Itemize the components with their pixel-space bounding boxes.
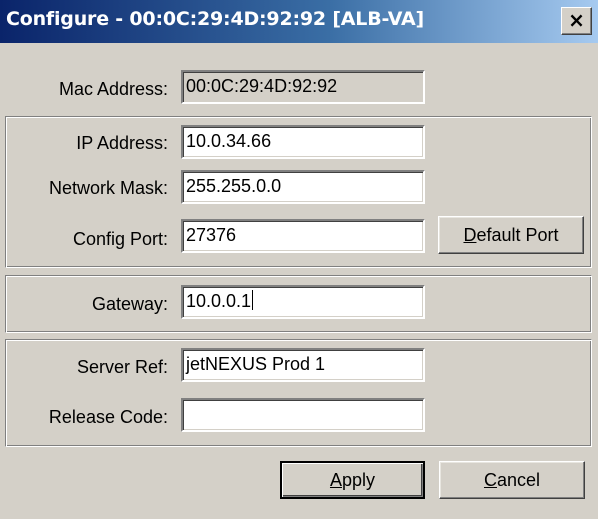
window-title: Configure - 00:0C:29:4D:92:92 [ALB-VA] — [6, 8, 425, 30]
configure-dialog: Configure - 00:0C:29:4D:92:92 [ALB-VA] ×… — [0, 0, 598, 519]
ip-address-input[interactable]: 10.0.34.66 — [181, 125, 425, 159]
default-port-label: efault Port — [476, 225, 559, 245]
gateway-input[interactable]: 10.0.0.1 — [181, 285, 425, 319]
network-mask-input[interactable]: 255.255.0.0 — [181, 170, 425, 204]
cancel-label: ancel — [496, 470, 541, 490]
apply-mnemonic: A — [329, 470, 342, 490]
gateway-value: 10.0.0.1 — [186, 291, 252, 311]
server-ref-label: Server Ref: — [76, 357, 168, 377]
text-cursor — [252, 290, 254, 310]
ip-address-label: IP Address: — [76, 133, 168, 153]
apply-button[interactable]: Apply — [280, 461, 425, 499]
cancel-mnemonic: C — [483, 470, 497, 490]
mac-address-field: 00:0C:29:4D:92:92 — [181, 70, 425, 104]
release-code-label: Release Code: — [48, 407, 168, 427]
server-ref-input[interactable]: jetNEXUS Prod 1 — [181, 348, 425, 382]
gateway-label: Gateway: — [91, 294, 168, 314]
config-port-label: Config Port: — [72, 229, 168, 249]
cancel-button[interactable]: Cancel — [439, 461, 585, 499]
mac-address-label: Mac Address: — [58, 79, 168, 99]
default-port-button[interactable]: Default Port — [438, 216, 584, 254]
network-mask-label: Network Mask: — [48, 178, 168, 198]
default-port-mnemonic: D — [463, 225, 477, 245]
apply-label: pply — [341, 470, 376, 490]
release-code-input[interactable] — [181, 398, 425, 432]
title-bar[interactable]: Configure - 00:0C:29:4D:92:92 [ALB-VA] × — [0, 0, 598, 43]
close-button[interactable]: × — [561, 7, 592, 35]
close-icon: × — [568, 8, 585, 32]
config-port-input[interactable]: 27376 — [181, 219, 425, 253]
